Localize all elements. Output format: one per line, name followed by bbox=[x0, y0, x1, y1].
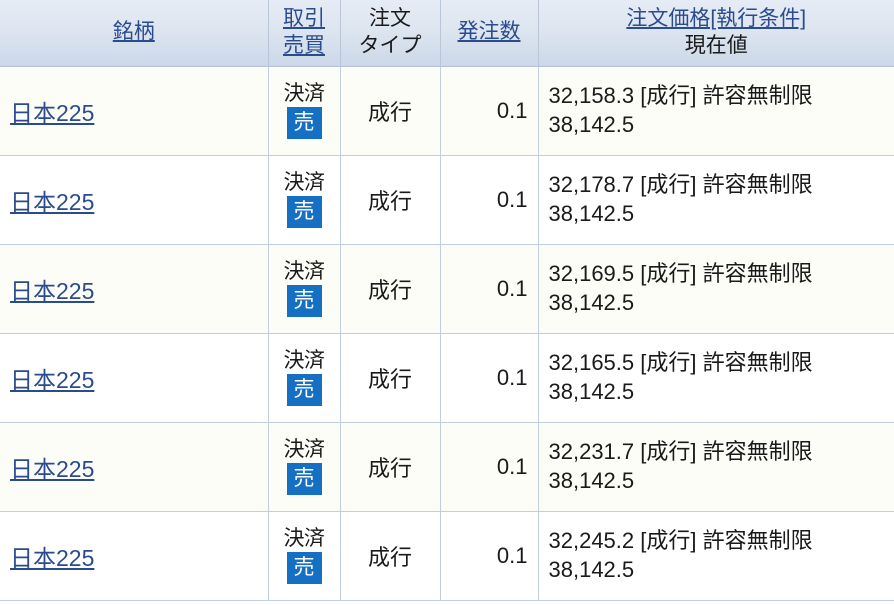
cell-order-type: 成行 bbox=[340, 333, 441, 423]
cell-side: 決済 売 bbox=[268, 422, 341, 512]
column-header-price: 注文価格[執行条件] 現在値 bbox=[538, 0, 894, 67]
column-header-symbol: 銘柄 bbox=[0, 0, 269, 67]
order-type-label-line1: 注文 bbox=[369, 7, 411, 30]
current-price-text: 38,142.5 bbox=[548, 556, 635, 582]
cell-price: 32,158.3 [成行] 許容無制限 38,142.5 bbox=[538, 66, 894, 156]
order-price-text: 32,231.7 [成行] 許容無制限 bbox=[548, 439, 813, 465]
cell-side: 決済 売 bbox=[268, 511, 341, 601]
table-row: 日本225 決済 売 成行 0.1 32,245.2 [成行] 許容無制限 38… bbox=[0, 511, 894, 601]
symbol-link[interactable]: 日本225 bbox=[10, 278, 94, 304]
cell-order-type: 成行 bbox=[340, 244, 441, 334]
status-badge-sell: 売 bbox=[286, 462, 322, 495]
table-row: 日本225 決済 売 成行 0.1 32,158.3 [成行] 許容無制限 38… bbox=[0, 66, 894, 156]
table-header: 銘柄 取引 売買 注文 タイプ 発注数 注文価格[執行条件] 現在値 bbox=[0, 0, 894, 67]
table-row: 日本225 決済 売 成行 0.1 32,169.5 [成行] 許容無制限 38… bbox=[0, 244, 894, 334]
cell-quantity: 0.1 bbox=[440, 511, 539, 601]
cell-quantity: 0.1 bbox=[440, 66, 539, 156]
status-badge-sell: 売 bbox=[286, 284, 322, 317]
header-row: 銘柄 取引 売買 注文 タイプ 発注数 注文価格[執行条件] 現在値 bbox=[0, 0, 894, 67]
sort-link-buysell[interactable]: 売買 bbox=[279, 33, 330, 60]
current-price-text: 38,142.5 bbox=[548, 378, 635, 404]
order-price-text: 32,158.3 [成行] 許容無制限 bbox=[548, 83, 813, 109]
table-row: 日本225 決済 売 成行 0.1 32,231.7 [成行] 許容無制限 38… bbox=[0, 422, 894, 512]
side-wrapper: 決済 売 bbox=[279, 259, 330, 317]
order-list-table: 銘柄 取引 売買 注文 タイプ 発注数 注文価格[執行条件] 現在値 日本225 bbox=[0, 0, 894, 601]
sort-link-order-price[interactable]: 注文価格[執行条件] bbox=[549, 6, 885, 33]
symbol-link[interactable]: 日本225 bbox=[10, 545, 94, 571]
cell-symbol: 日本225 bbox=[0, 155, 269, 245]
current-price-text: 38,142.5 bbox=[548, 467, 635, 493]
column-header-quantity: 発注数 bbox=[440, 0, 539, 67]
order-price-text: 32,165.5 [成行] 許容無制限 bbox=[548, 350, 813, 376]
cell-quantity: 0.1 bbox=[440, 244, 539, 334]
cell-quantity: 0.1 bbox=[440, 155, 539, 245]
cell-order-type: 成行 bbox=[340, 511, 441, 601]
cell-price: 32,231.7 [成行] 許容無制限 38,142.5 bbox=[538, 422, 894, 512]
cell-order-type: 成行 bbox=[340, 155, 441, 245]
side-wrapper: 決済 売 bbox=[279, 437, 330, 495]
sort-link-trade[interactable]: 取引 bbox=[279, 6, 330, 33]
order-price-text: 32,178.7 [成行] 許容無制限 bbox=[548, 172, 813, 198]
cell-side: 決済 売 bbox=[268, 155, 341, 245]
cell-side: 決済 売 bbox=[268, 66, 341, 156]
table-row: 日本225 決済 売 成行 0.1 32,165.5 [成行] 許容無制限 38… bbox=[0, 333, 894, 423]
order-price-text: 32,245.2 [成行] 許容無制限 bbox=[548, 528, 813, 554]
settlement-label: 決済 bbox=[283, 259, 326, 283]
settlement-label: 決済 bbox=[283, 81, 326, 105]
order-price-text: 32,169.5 [成行] 許容無制限 bbox=[548, 261, 813, 287]
status-badge-sell: 売 bbox=[286, 106, 322, 139]
cell-quantity: 0.1 bbox=[440, 422, 539, 512]
cell-quantity: 0.1 bbox=[440, 333, 539, 423]
current-price-text: 38,142.5 bbox=[548, 289, 635, 315]
cell-symbol: 日本225 bbox=[0, 66, 269, 156]
cell-price: 32,165.5 [成行] 許容無制限 38,142.5 bbox=[538, 333, 894, 423]
settlement-label: 決済 bbox=[283, 437, 326, 461]
symbol-link[interactable]: 日本225 bbox=[10, 367, 94, 393]
cell-side: 決済 売 bbox=[268, 333, 341, 423]
cell-symbol: 日本225 bbox=[0, 244, 269, 334]
settlement-label: 決済 bbox=[283, 526, 326, 550]
cell-price: 32,169.5 [成行] 許容無制限 38,142.5 bbox=[538, 244, 894, 334]
cell-symbol: 日本225 bbox=[0, 511, 269, 601]
cell-order-type: 成行 bbox=[340, 422, 441, 512]
settlement-label: 決済 bbox=[283, 348, 326, 372]
column-header-side: 取引 売買 bbox=[268, 0, 341, 67]
status-badge-sell: 売 bbox=[286, 551, 322, 584]
symbol-link[interactable]: 日本225 bbox=[10, 456, 94, 482]
side-wrapper: 決済 売 bbox=[279, 81, 330, 139]
column-header-order-type: 注文 タイプ bbox=[340, 0, 441, 67]
symbol-link[interactable]: 日本225 bbox=[10, 189, 94, 215]
table-body: 日本225 決済 売 成行 0.1 32,158.3 [成行] 許容無制限 38… bbox=[0, 66, 894, 601]
side-wrapper: 決済 売 bbox=[279, 348, 330, 406]
cell-symbol: 日本225 bbox=[0, 422, 269, 512]
status-badge-sell: 売 bbox=[286, 195, 322, 228]
current-price-text: 38,142.5 bbox=[548, 200, 635, 226]
side-wrapper: 決済 売 bbox=[279, 170, 330, 228]
table-row: 日本225 決済 売 成行 0.1 32,178.7 [成行] 許容無制限 38… bbox=[0, 155, 894, 245]
settlement-label: 決済 bbox=[283, 170, 326, 194]
cell-price: 32,178.7 [成行] 許容無制限 38,142.5 bbox=[538, 155, 894, 245]
cell-order-type: 成行 bbox=[340, 66, 441, 156]
sort-link-quantity[interactable]: 発注数 bbox=[458, 20, 521, 43]
symbol-link[interactable]: 日本225 bbox=[10, 100, 94, 126]
side-wrapper: 決済 売 bbox=[279, 526, 330, 584]
cell-side: 決済 売 bbox=[268, 244, 341, 334]
status-badge-sell: 売 bbox=[286, 373, 322, 406]
cell-price: 32,245.2 [成行] 許容無制限 38,142.5 bbox=[538, 511, 894, 601]
sort-link-symbol[interactable]: 銘柄 bbox=[113, 20, 155, 43]
current-price-label: 現在値 bbox=[684, 33, 748, 57]
cell-symbol: 日本225 bbox=[0, 333, 269, 423]
current-price-text: 38,142.5 bbox=[548, 111, 635, 137]
order-type-label-line2: タイプ bbox=[358, 33, 422, 57]
